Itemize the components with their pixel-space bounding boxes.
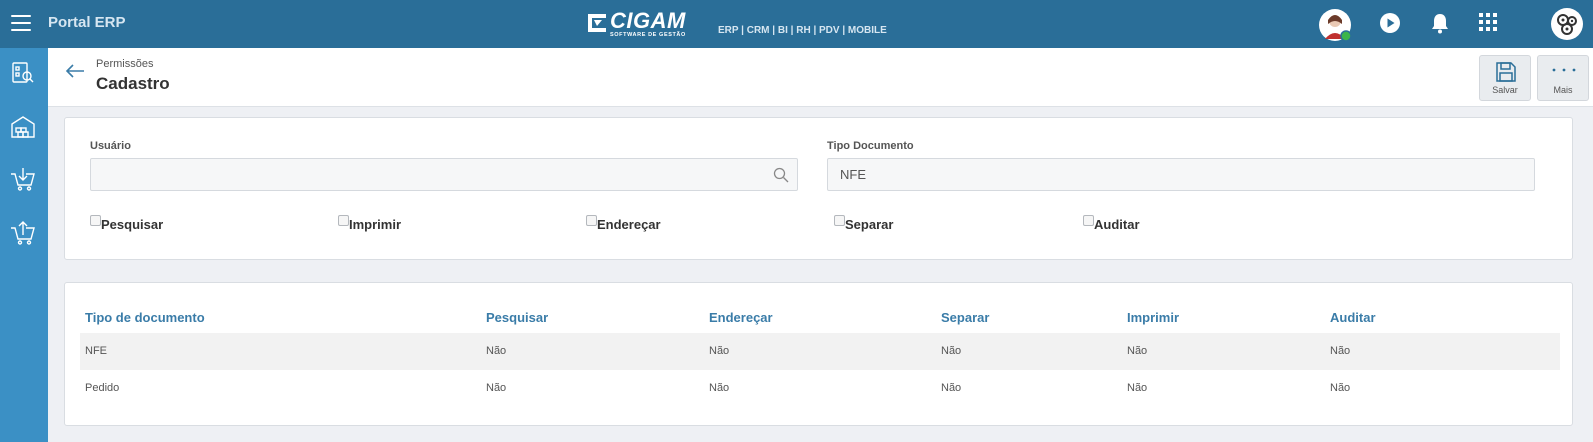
table-cell: Não: [709, 345, 730, 357]
table-row[interactable]: NFE Não Não Não Não Não: [80, 333, 1560, 370]
usuario-label: Usuário: [90, 140, 131, 152]
search-icon[interactable]: [773, 167, 789, 183]
checkbox-label: Pesquisar: [101, 217, 164, 232]
menu-icon[interactable]: [11, 15, 31, 31]
back-arrow-icon[interactable]: [64, 62, 86, 80]
table-cell: Não: [1330, 345, 1351, 357]
checkbox-auditar[interactable]: Auditar: [1083, 215, 1140, 232]
column-header-separar[interactable]: Separar: [941, 310, 989, 325]
page-title: Cadastro: [96, 74, 170, 93]
checkbox-box[interactable]: [1083, 215, 1094, 226]
column-header-imprimir[interactable]: Imprimir: [1127, 310, 1179, 325]
column-header-pesquisar[interactable]: Pesquisar: [486, 310, 548, 325]
table-cell: Não: [1330, 382, 1351, 394]
app-title[interactable]: Portal ERP: [48, 14, 126, 31]
column-header-enderecar[interactable]: Endereçar: [709, 310, 773, 325]
checkbox-box[interactable]: [586, 215, 597, 226]
page-header: Permissões Cadastro Salvar Mais: [48, 48, 1593, 107]
tipo-documento-input[interactable]: NFE: [827, 158, 1535, 191]
cigam-logo: CIGAM SOFTWARE DE GESTÃO: [586, 10, 686, 38]
cart-download-icon[interactable]: [10, 166, 36, 192]
warehouse-icon[interactable]: [10, 114, 36, 140]
usuario-input[interactable]: [90, 158, 798, 191]
save-button[interactable]: Salvar: [1479, 55, 1531, 101]
checkbox-box[interactable]: [338, 215, 349, 226]
play-icon[interactable]: [1379, 12, 1401, 34]
sidebar: [0, 48, 48, 442]
user-avatar[interactable]: [1318, 8, 1352, 42]
checkbox-label: Imprimir: [349, 217, 402, 232]
checkbox-box[interactable]: [90, 215, 101, 226]
logo-word: CIGAM: [610, 8, 686, 33]
checkbox-enderecar[interactable]: Endereçar: [586, 215, 661, 232]
logo-subtitle: SOFTWARE DE GESTÃO: [610, 32, 686, 38]
table-cell: Não: [941, 382, 962, 394]
table-cell: Não: [486, 382, 507, 394]
checkbox-label: Separar: [845, 217, 894, 232]
tipo-documento-value: NFE: [840, 167, 866, 182]
company-avatar[interactable]: [1550, 7, 1584, 41]
table-row[interactable]: Pedido Não Não Não Não Não: [80, 370, 1560, 407]
more-button[interactable]: Mais: [1537, 55, 1589, 101]
apps-grid-icon[interactable]: [1479, 13, 1497, 31]
table-cell: Não: [941, 345, 962, 357]
checkbox-pesquisar[interactable]: Pesquisar: [90, 215, 164, 232]
report-icon[interactable]: [10, 60, 36, 86]
more-dots-icon: [1552, 68, 1576, 72]
cart-upload-icon[interactable]: [10, 220, 36, 246]
tipo-documento-label: Tipo Documento: [827, 140, 914, 152]
form-card: Usuário Tipo Documento NFE Pesquisar Imp…: [64, 117, 1573, 260]
table-cell: NFE: [85, 345, 107, 357]
save-icon: [1496, 62, 1516, 82]
checkbox-label: Endereçar: [597, 217, 661, 232]
save-label: Salvar: [1492, 85, 1518, 95]
table-cell: Não: [1127, 345, 1148, 357]
cigam-mark-icon: [588, 14, 606, 32]
permissions-table: Tipo de documento Pesquisar Endereçar Se…: [64, 282, 1573, 426]
table-cell: Não: [1127, 382, 1148, 394]
column-header-auditar[interactable]: Auditar: [1330, 310, 1376, 325]
table-cell: Pedido: [85, 382, 120, 394]
breadcrumb: Permissões: [96, 58, 154, 70]
column-header-tipo[interactable]: Tipo de documento: [85, 310, 205, 325]
checkbox-box[interactable]: [834, 215, 845, 226]
checkbox-label: Auditar: [1094, 217, 1140, 232]
table-cell: Não: [709, 382, 730, 394]
table-cell: Não: [486, 345, 507, 357]
bell-icon[interactable]: [1430, 12, 1450, 34]
top-bar: Portal ERP CIGAM SOFTWARE DE GESTÃO ERP …: [0, 0, 1593, 48]
modules-list: ERP | CRM | BI | RH | PDV | MOBILE: [718, 25, 887, 36]
checkbox-imprimir[interactable]: Imprimir: [338, 215, 402, 232]
checkbox-separar[interactable]: Separar: [834, 215, 894, 232]
more-label: Mais: [1553, 85, 1573, 95]
